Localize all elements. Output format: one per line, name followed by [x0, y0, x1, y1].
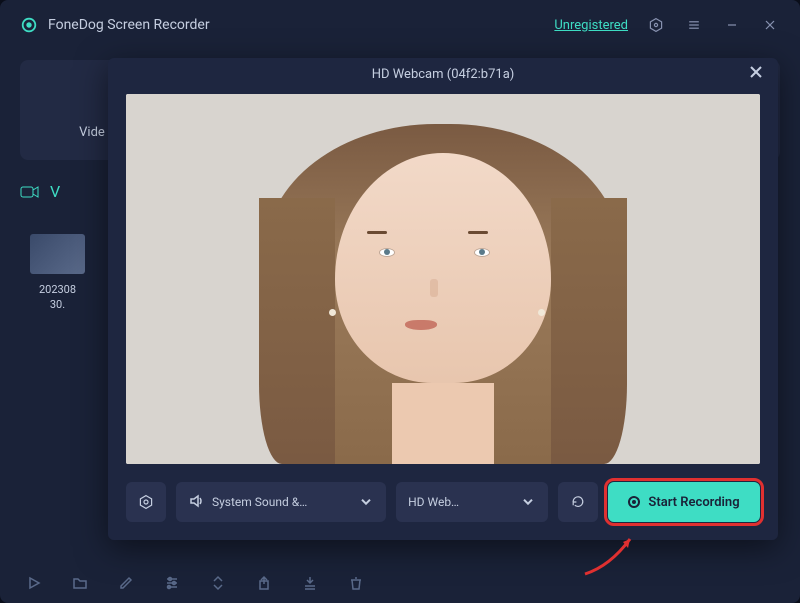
- settings-hex-icon[interactable]: [646, 15, 666, 35]
- modal-header: HD Webcam (04f2:b71a): [108, 58, 778, 90]
- sliders-icon[interactable]: [163, 574, 181, 592]
- app-logo-icon: [20, 16, 38, 34]
- close-icon[interactable]: [750, 66, 766, 82]
- titlebar-left: FoneDog Screen Recorder: [20, 16, 210, 34]
- camera-dropdown-label: HD Web…: [408, 495, 459, 509]
- start-button-label: Start Recording: [648, 495, 739, 510]
- play-icon[interactable]: [25, 574, 43, 592]
- menu-icon[interactable]: [684, 15, 704, 35]
- audio-source-dropdown[interactable]: System Sound &…: [176, 482, 386, 522]
- share-icon[interactable]: [255, 574, 273, 592]
- chevron-down-icon: [520, 493, 536, 512]
- library-tab-label[interactable]: V: [50, 182, 60, 201]
- record-icon: [628, 496, 640, 508]
- recording-thumbnail[interactable]: 20230830.: [30, 234, 85, 313]
- refresh-button[interactable]: [558, 482, 598, 522]
- minimize-icon[interactable]: [722, 15, 742, 35]
- settings-button[interactable]: [126, 482, 166, 522]
- edit-icon[interactable]: [117, 574, 135, 592]
- compress-icon[interactable]: [301, 574, 319, 592]
- speaker-icon: [188, 493, 204, 512]
- app-title: FoneDog Screen Recorder: [48, 17, 210, 33]
- bottom-toolbar: [0, 563, 800, 603]
- folder-icon[interactable]: [71, 574, 89, 592]
- titlebar: FoneDog Screen Recorder Unregistered: [0, 0, 800, 50]
- trash-icon[interactable]: [347, 574, 365, 592]
- mode-label: Vide: [79, 125, 105, 140]
- convert-icon[interactable]: [209, 574, 227, 592]
- modal-controls: System Sound &… HD Web… Start Recording: [108, 476, 778, 540]
- unregistered-link[interactable]: Unregistered: [554, 18, 628, 33]
- webcam-modal: HD Webcam (04f2:b71a): [108, 58, 778, 540]
- modal-title: HD Webcam (04f2:b71a): [372, 67, 515, 82]
- camera-icon: [20, 184, 40, 198]
- start-recording-button[interactable]: Start Recording: [608, 482, 760, 522]
- webcam-preview: [126, 94, 760, 464]
- thumbnail-image: [30, 234, 85, 274]
- thumbnail-label: 20230830.: [39, 282, 76, 313]
- audio-dropdown-label: System Sound &…: [212, 495, 307, 509]
- camera-source-dropdown[interactable]: HD Web…: [396, 482, 548, 522]
- titlebar-right: Unregistered: [554, 15, 780, 35]
- chevron-down-icon: [358, 493, 374, 512]
- close-icon[interactable]: [760, 15, 780, 35]
